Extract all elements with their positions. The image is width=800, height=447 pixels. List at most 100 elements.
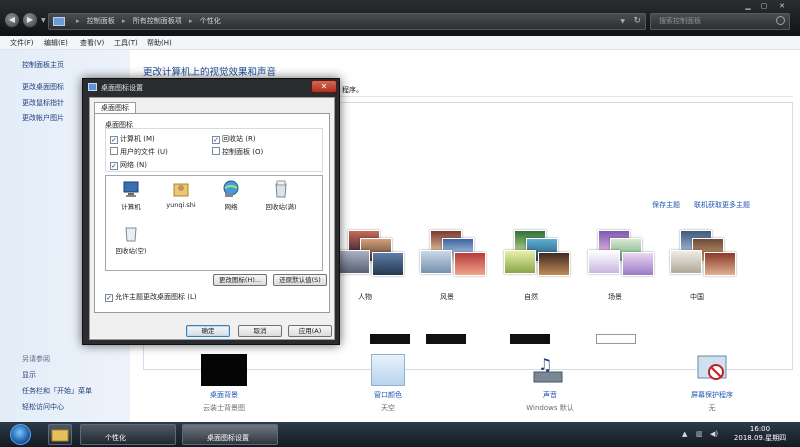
taskbar-button-desktop-icon-settings[interactable]: 桌面图标设置 [182,424,278,445]
icon-item-recycle-bin-empty[interactable]: 回收站(空) [106,224,156,255]
checkbox-allow-themes[interactable]: ✓ 允许主题更改桌面图标 (L) [105,292,197,302]
refresh-icon[interactable]: ↻ [633,14,641,29]
recent-pages-dropdown-icon[interactable]: ▼ [41,17,46,24]
window-color-item[interactable]: 窗口颜色 天空 [338,354,438,413]
checkbox-label: 控制面板 (O) [222,148,264,156]
back-button[interactable]: ◀ [4,12,20,28]
checkbox-box[interactable] [110,147,118,155]
start-button[interactable] [10,424,31,445]
screen-saver-label: 屏幕保护程序 [691,391,733,399]
menu-file[interactable]: 文件(F) [10,38,34,48]
svg-text:♫: ♫ [538,355,552,374]
icon-item-user-files[interactable]: yunqi.shi [156,180,206,209]
breadcrumb-personalization[interactable]: 个性化 [200,17,221,25]
checkbox-label: 计算机 (M) [120,135,155,143]
menu-tools[interactable]: 工具(T) [114,38,138,48]
checkbox-label: 允许主题更改桌面图标 (L) [115,293,197,301]
window-color-value: 天空 [381,404,395,412]
tab-panel: 桌面图标 ✓ 计算机 (M) ✓ 回收站 (R) 用户的文件 (U) 控制面板 (O… [94,113,330,313]
link-change-account-picture[interactable]: 更改帐户图片 [22,113,64,123]
icon-label: 回收站(满) [265,203,297,211]
link-change-desktop-icons[interactable]: 更改桌面图标 [22,82,64,92]
icon-item-computer[interactable]: 计算机 [106,180,156,211]
close-button[interactable]: ✕ [776,2,788,12]
checkbox-box[interactable]: ✓ [105,294,113,302]
link-change-mouse-pointers[interactable]: 更改鼠标指针 [22,98,64,108]
chevron-right-icon[interactable]: ▸ [189,17,193,25]
sounds-item[interactable]: ♫ 声音 Windows 默认 [500,354,600,413]
checkbox-computer[interactable]: ✓ 计算机 (M) [110,134,155,144]
desktop-background-item[interactable]: 桌面背景 云装士背景图 [174,354,274,413]
forward-button[interactable]: ▶ [22,12,38,28]
tray-arrow-icon[interactable]: ▲ [682,430,687,438]
theme-preview [588,230,658,286]
search-placeholder: 搜索控制面板 [659,17,701,25]
breadcrumb-all-items[interactable]: 所有控制面板项 [133,17,182,25]
clock[interactable]: 16:00 2018.09.星期四 [730,425,790,443]
control-panel-icon [53,17,65,26]
checkbox-box[interactable] [212,147,220,155]
save-theme-link[interactable]: 保存主题 [652,200,680,210]
ok-button[interactable]: 确定 [186,325,230,337]
checkbox-control-panel[interactable]: 控制面板 (O) [212,147,263,157]
desktop-icons-group: ✓ 计算机 (M) ✓ 回收站 (R) 用户的文件 (U) 控制面板 (O) ✓ 网络… [105,128,323,172]
theme-preview [420,230,490,286]
dialog-title: 桌面图标设置 [101,84,143,92]
link-control-panel-home[interactable]: 控制面板主页 [22,60,64,70]
apply-button[interactable]: 应用(A) [288,325,332,337]
menu-view[interactable]: 查看(V) [80,38,104,48]
sounds-label: 声音 [543,391,557,399]
theme-landscapes[interactable]: 风景 [402,230,492,310]
icon-list[interactable]: 计算机 yunqi.shi 网络 回收站(满) 回收站(空) [105,175,323,271]
explorer-taskbar-icon[interactable] [48,424,72,445]
checkbox-box[interactable]: ✓ [110,136,118,144]
address-bar[interactable]: ▸ 控制面板 ▸ 所有控制面板项 ▸ 个性化 ▼ ↻ [48,13,646,30]
link-taskbar-start-menu[interactable]: 任务栏和「开始」菜单 [22,386,92,396]
icon-label: 网络 [224,203,238,211]
theme-preview [670,230,740,286]
minimize-button[interactable]: ▁ [742,2,754,12]
link-display[interactable]: 显示 [22,370,36,380]
checkbox-network[interactable]: ✓ 网络 (N) [110,160,147,170]
icon-item-recycle-bin-full[interactable]: 回收站(满) [256,180,306,211]
theme-scenes[interactable]: 场景 [570,230,660,310]
screen-saver-value: 无 [708,404,716,412]
menu-help[interactable]: 帮助(H) [147,38,172,48]
checkbox-user-files[interactable]: 用户的文件 (U) [110,147,168,157]
page-title: 更改计算机上的视觉效果和声音 [143,67,277,78]
menu-edit[interactable]: 编辑(E) [44,38,68,48]
dialog-close-button[interactable]: ✕ [311,80,337,93]
checkbox-recycle-bin[interactable]: ✓ 回收站 (R) [212,134,256,144]
theme-preview-light [596,334,636,344]
address-dropdown-icon[interactable]: ▼ [620,14,625,29]
search-icon[interactable] [776,16,785,25]
desktop-background-label: 桌面背景 [210,391,238,399]
taskbar-button-personalization[interactable]: 个性化 [80,424,176,445]
network-tray-icon[interactable]: ▥ [696,430,703,438]
checkbox-box[interactable]: ✓ [212,136,220,144]
chevron-right-icon[interactable]: ▸ [122,17,126,25]
link-ease-of-access[interactable]: 轻松访问中心 [22,402,64,412]
breadcrumb-control-panel[interactable]: 控制面板 [87,17,115,25]
icon-label: 回收站(空) [115,247,147,255]
folder-icon [51,429,69,442]
title-bar: ▁ ▢ ✕ ◀ ▶ ▼ ▸ 控制面板 ▸ 所有控制面板项 ▸ 个性化 ▼ ↻ 搜… [0,0,800,36]
recycle-bin-empty-icon [122,224,140,242]
menu-bar: 文件(F) 编辑(E) 查看(V) 工具(T) 帮助(H) [0,36,800,50]
checkbox-label: 用户的文件 (U) [120,148,168,156]
theme-preview-dark [426,334,466,344]
checkbox-box[interactable]: ✓ [110,162,118,170]
get-more-themes-link[interactable]: 联机获取更多主题 [694,200,750,210]
icon-item-network[interactable]: 网络 [206,180,256,211]
search-input[interactable]: 搜索控制面板 [650,13,790,30]
theme-china[interactable]: 中国 [652,230,742,310]
restore-default-button[interactable]: 还原默认值(S) [273,274,327,286]
cancel-button[interactable]: 取消 [238,325,282,337]
checkbox-label: 网络 (N) [120,161,147,169]
theme-preview-dark [510,334,550,344]
change-icon-button[interactable]: 更改图标(H)... [213,274,267,286]
theme-nature[interactable]: 自然 [486,230,576,310]
screen-saver-item[interactable]: 屏幕保护程序 无 [662,354,762,413]
volume-icon[interactable]: ◀) [710,430,718,438]
maximize-button[interactable]: ▢ [758,2,770,12]
